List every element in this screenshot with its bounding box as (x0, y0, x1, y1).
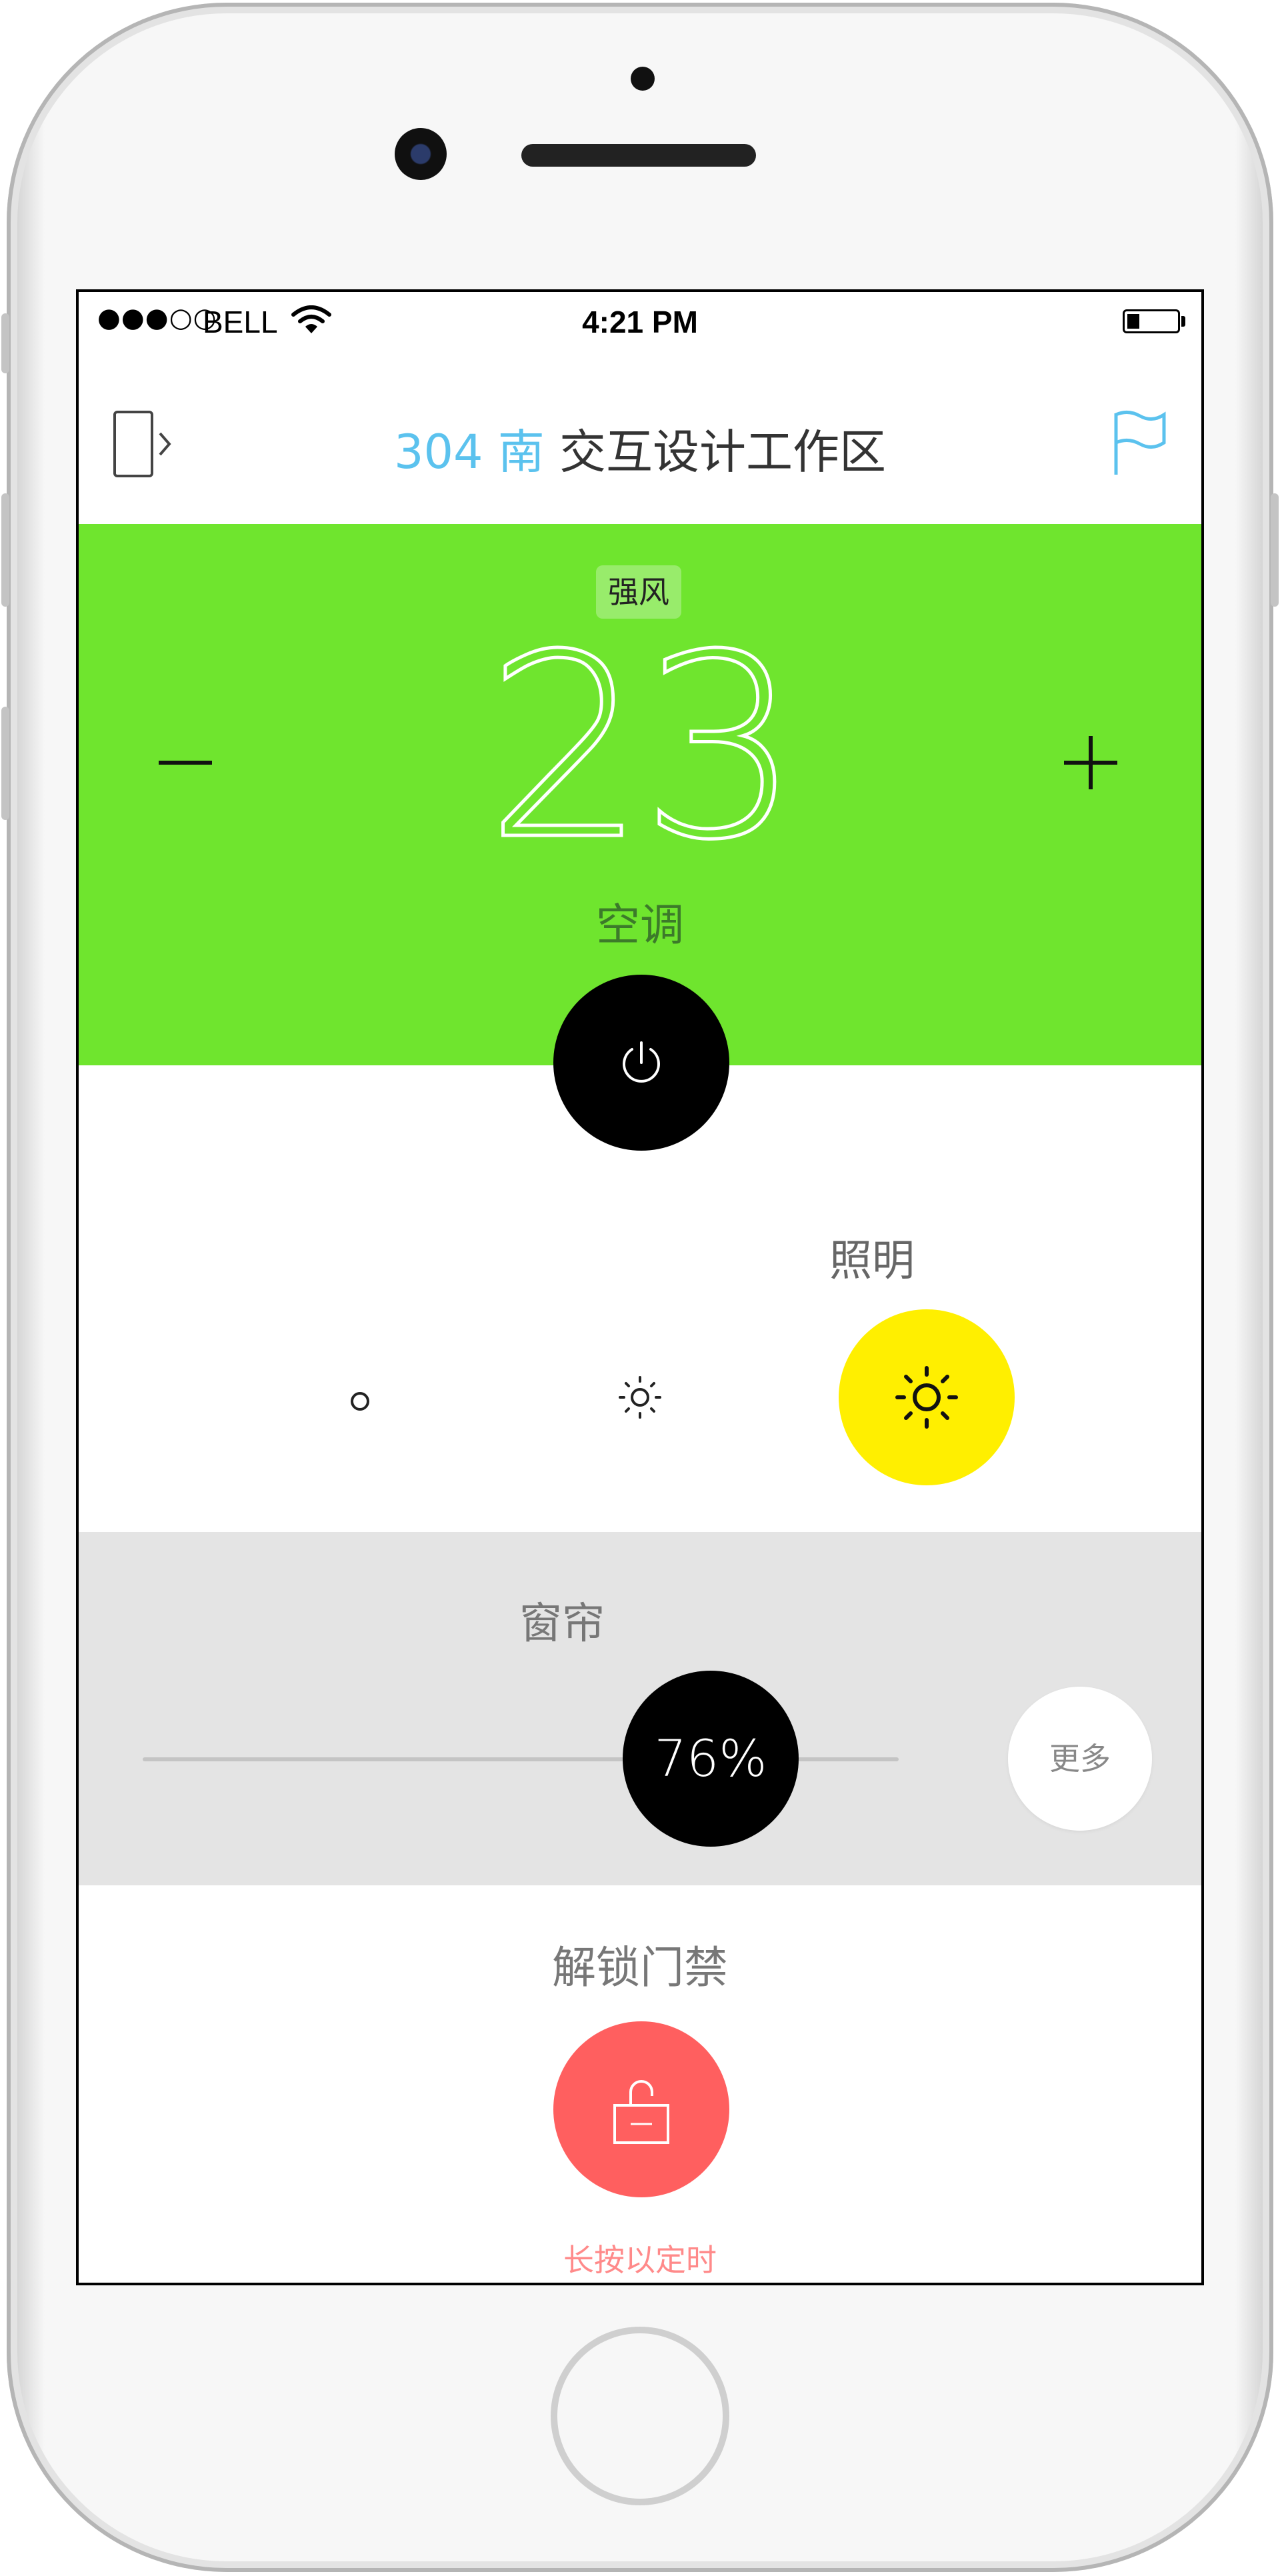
power-icon (623, 1041, 660, 1083)
unlock-button[interactable] (553, 2021, 729, 2197)
volume-down-button (1, 707, 9, 820)
curtain-panel: 窗帘 76% 更多 (79, 1532, 1201, 1885)
room-title[interactable]: 304 南 交互设计工作区 (79, 415, 1201, 482)
volume-up-button (1, 493, 9, 607)
long-press-hint: 长按以定时 (563, 2242, 717, 2278)
curtain-label: 窗帘 (519, 1599, 605, 1649)
more-button[interactable]: 更多 (1008, 1687, 1152, 1831)
battery-level (1127, 314, 1139, 329)
proximity-sensor (631, 67, 655, 91)
flag-icon[interactable] (1112, 409, 1167, 476)
mute-switch (1, 313, 9, 373)
room-name: 交互设计工作区 (544, 425, 887, 479)
curtain-slider-knob[interactable]: 76% (623, 1671, 799, 1847)
light-off-icon[interactable] (351, 1392, 369, 1411)
battery-terminal (1181, 316, 1185, 327)
status-bar: ●●●○○ BELL 4:21 PM (79, 292, 1201, 352)
lighting-label: 照明 (829, 1237, 915, 1286)
home-button[interactable] (551, 2327, 729, 2505)
light-bright-button[interactable] (839, 1309, 1015, 1485)
plus-icon[interactable] (1059, 731, 1123, 795)
unlock-icon (613, 2080, 669, 2144)
ac-power-button[interactable] (553, 975, 729, 1151)
earpiece-speaker (521, 144, 756, 167)
room-number: 304 南 (393, 425, 545, 479)
app-screen: ●●●○○ BELL 4:21 PM 304 南 交互设计工作区 强风 23 空… (76, 289, 1204, 2285)
nav-bar: 304 南 交互设计工作区 (79, 352, 1201, 524)
temperature-value: 23 (484, 600, 803, 895)
sun-icon (895, 1366, 958, 1429)
clock: 4:21 PM (582, 305, 698, 339)
side-power-button (1271, 493, 1279, 607)
battery-icon (1123, 309, 1180, 333)
front-camera (395, 128, 447, 180)
light-dim-icon[interactable] (616, 1373, 664, 1421)
door-unlock-label: 解锁门禁 (552, 1942, 728, 1993)
ac-label: 空调 (596, 899, 684, 951)
